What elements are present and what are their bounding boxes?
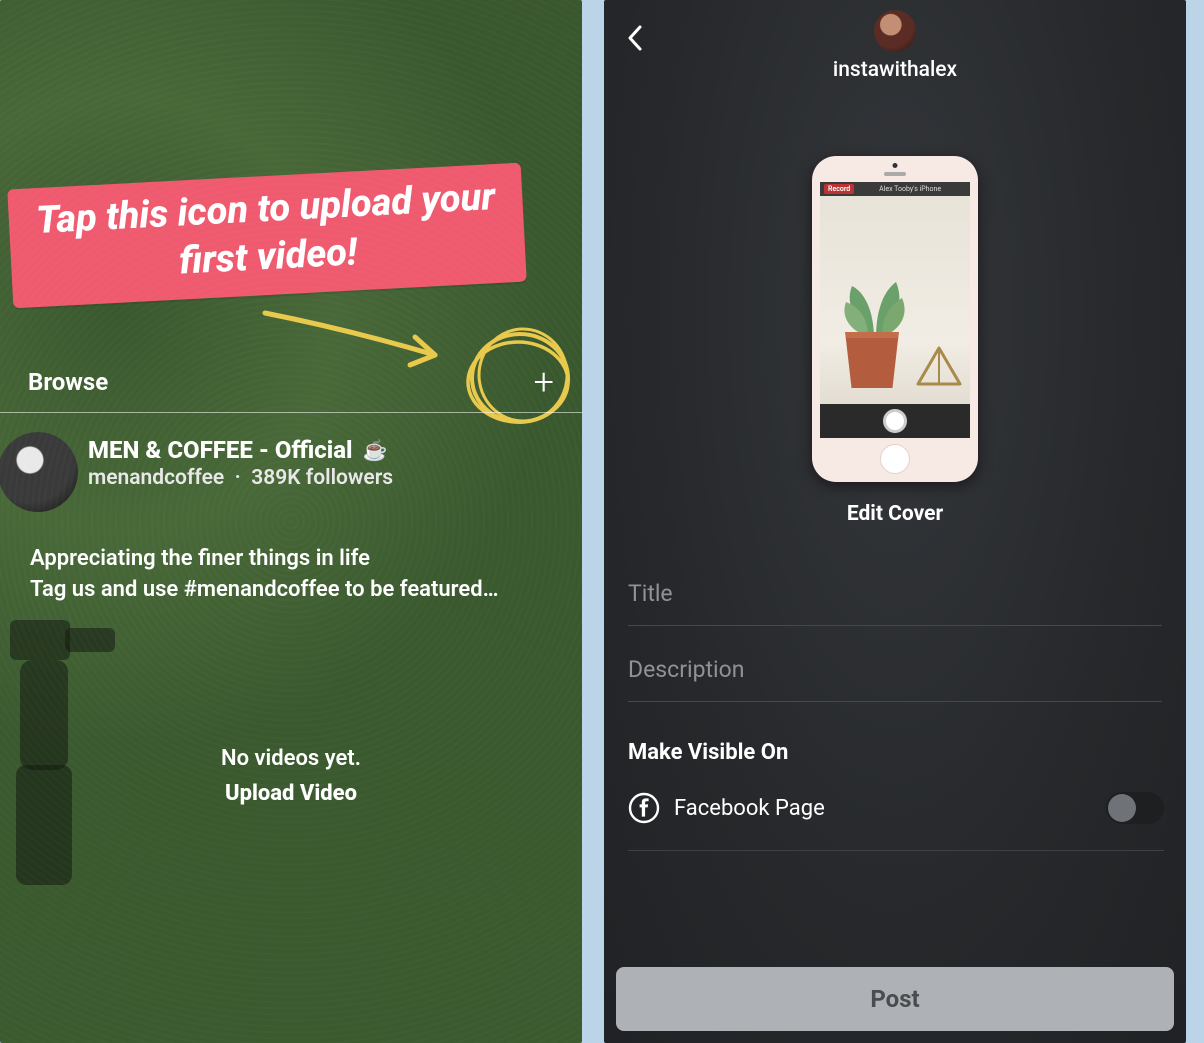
shutter-icon — [883, 409, 907, 433]
edit-cover-link[interactable]: Edit Cover — [604, 502, 1186, 526]
phone-camera-bar — [820, 404, 970, 438]
browse-label[interactable]: Browse — [28, 368, 108, 396]
toggle-knob-icon — [1108, 794, 1136, 822]
channel-title-row: MEN & COFFEE - Official ☕ — [88, 436, 393, 464]
phone-camera-dot-icon — [893, 163, 898, 168]
channel-avatar[interactable] — [0, 432, 78, 512]
channel-title: MEN & COFFEE - Official — [88, 436, 352, 464]
channel-handle: menandcoffee — [88, 466, 224, 490]
coffee-cup-icon: ☕ — [362, 438, 387, 462]
phone-topbar: Record Alex Tooby's iPhone — [820, 182, 970, 196]
header-username: instawithalex — [833, 58, 957, 82]
channel-text: MEN & COFFEE - Official ☕ menandcoffee ·… — [88, 432, 393, 512]
visibility-option-label: Facebook Page — [674, 796, 825, 821]
channel-subline: menandcoffee · 389K followers — [88, 466, 393, 490]
empty-state: No videos yet. Upload Video — [0, 746, 582, 806]
visibility-row: Facebook Page — [628, 792, 1164, 851]
upload-video-link[interactable]: Upload Video — [0, 781, 582, 806]
empty-state-text: No videos yet. — [0, 746, 582, 771]
channel-bio-line-1: Appreciating the finer things in life — [30, 544, 562, 575]
igtv-post-compose-screenshot: instawithalex Record Alex Tooby's iPhone — [604, 0, 1186, 1043]
description-placeholder: Description — [628, 656, 744, 683]
phone-home-button-icon — [880, 444, 910, 474]
header-divider — [0, 412, 582, 413]
terrarium-icon — [914, 344, 964, 388]
facebook-icon — [628, 792, 660, 824]
compose-header: instawithalex — [604, 10, 1186, 82]
plant-leaves-icon — [838, 274, 912, 340]
upload-callout-badge: Tap this icon to upload your first video… — [7, 163, 527, 309]
channel-bio-line-2: Tag us and use #menandcoffee to be featu… — [30, 575, 562, 606]
post-button[interactable]: Post — [616, 967, 1174, 1031]
plant-pot-icon — [840, 332, 904, 388]
add-video-plus-icon[interactable]: + — [534, 364, 554, 400]
title-placeholder: Title — [628, 580, 673, 607]
channel-followers: 389K followers — [251, 466, 393, 490]
phone-screen: Record Alex Tooby's iPhone — [820, 182, 970, 438]
featured-channel-block[interactable]: MEN & COFFEE - Official ☕ menandcoffee ·… — [0, 432, 582, 512]
record-badge: Record — [824, 184, 854, 194]
phone-title: Alex Tooby's iPhone — [854, 185, 966, 193]
phone-canvas — [820, 196, 970, 404]
cover-phone-preview[interactable]: Record Alex Tooby's iPhone — [812, 156, 978, 482]
header-avatar[interactable] — [874, 10, 916, 52]
title-input[interactable]: Title — [628, 562, 1162, 626]
visibility-section-heading: Make Visible On — [628, 740, 788, 765]
description-input[interactable]: Description — [628, 638, 1162, 702]
facebook-visibility-toggle[interactable] — [1106, 792, 1164, 824]
browse-header-row: Browse + — [0, 352, 582, 412]
channel-bio: Appreciating the finer things in life Ta… — [30, 544, 562, 606]
visibility-option: Facebook Page — [628, 792, 825, 824]
phone-earpiece-icon — [884, 172, 906, 176]
igtv-browse-screenshot: Tap this icon to upload your first video… — [0, 0, 582, 1043]
